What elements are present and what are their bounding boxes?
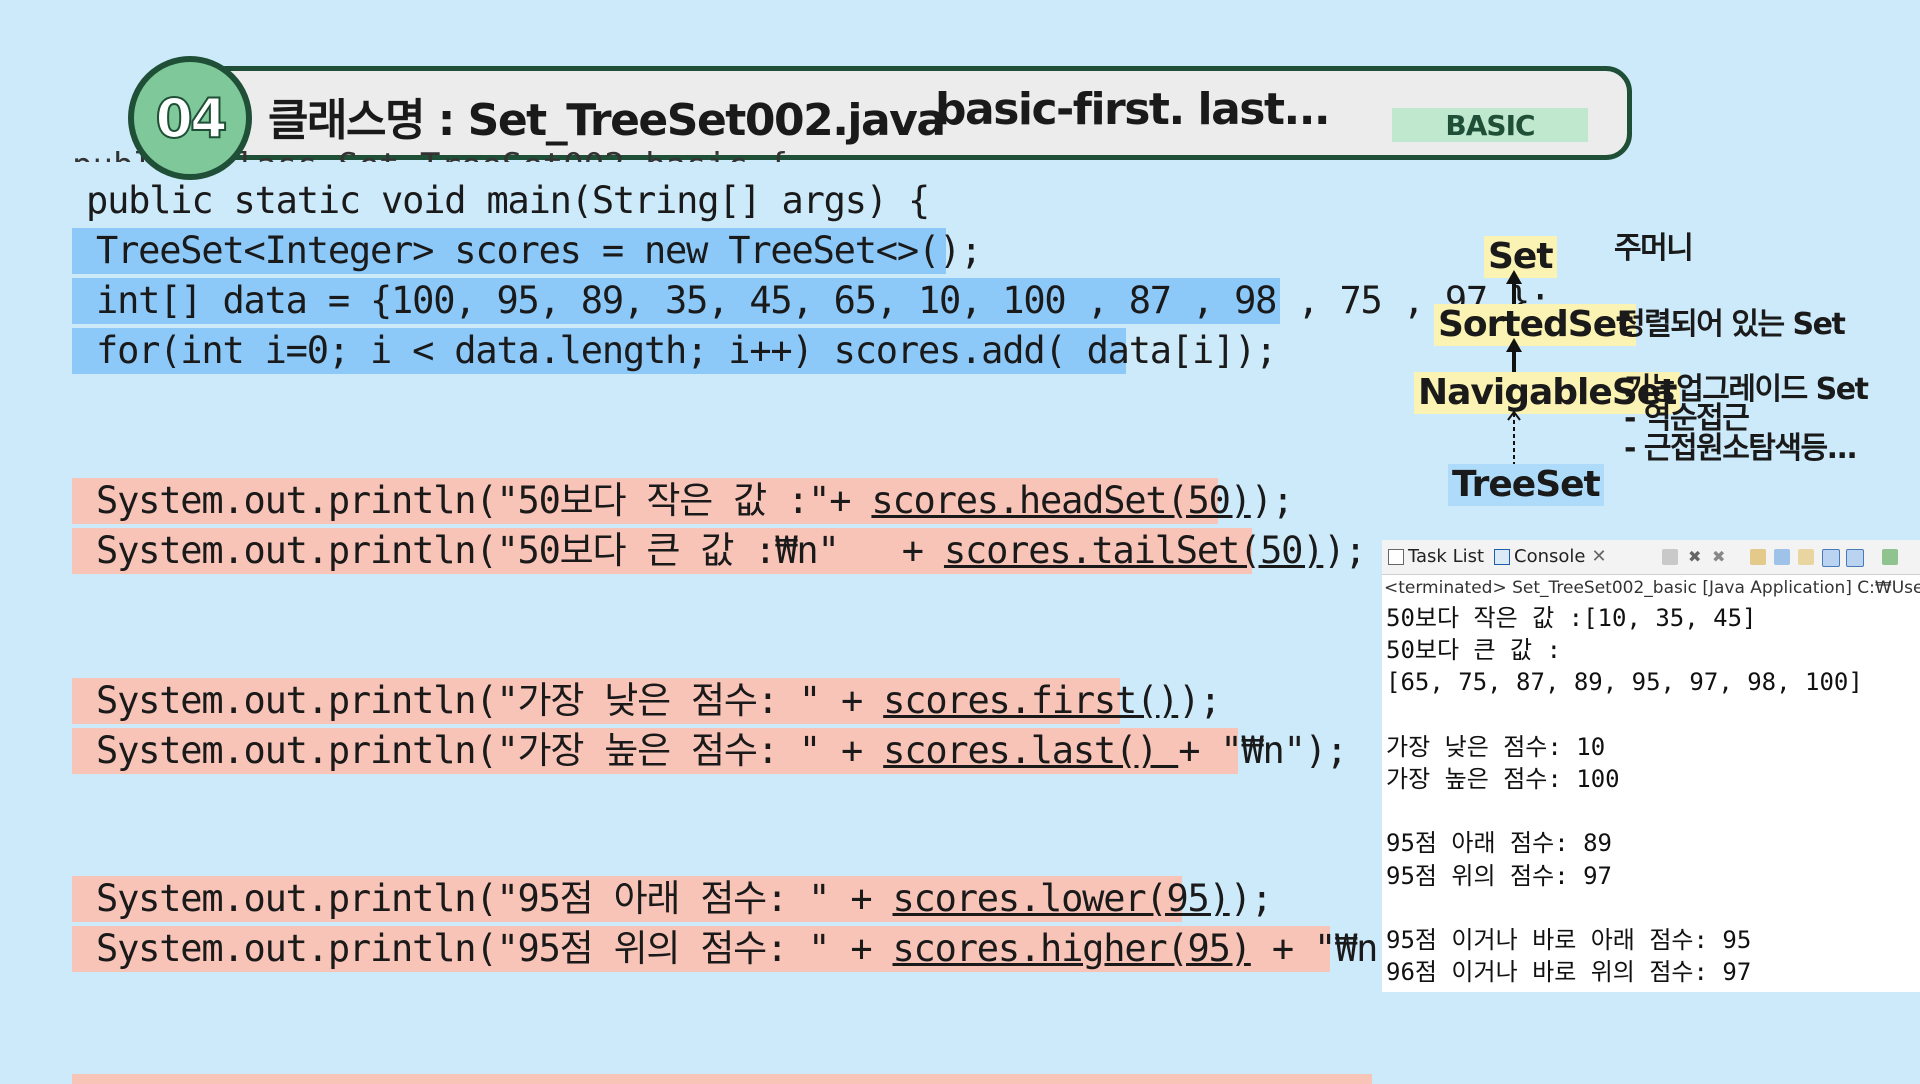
show-stderr-icon[interactable] xyxy=(1846,549,1864,567)
tab-task-list[interactable]: Task List xyxy=(1388,546,1484,567)
method-lower: scores.lower(95) xyxy=(892,877,1230,920)
code-line-lower: System.out.println("95점 아래 점수: " + score… xyxy=(72,876,1273,922)
code-text: System.out.println("가장 높은 점수: " + xyxy=(96,729,884,772)
method-last: scores.last() xyxy=(883,729,1179,772)
note-navigableset-nearest: - 근접원소탐색등... xyxy=(1624,431,1858,466)
method-first: scores.first() xyxy=(883,679,1179,722)
code-text: System.out.println("50보다 작은 값 :"+ xyxy=(96,479,872,522)
tab-console[interactable]: Console ✕ xyxy=(1494,546,1607,567)
task-list-icon xyxy=(1388,548,1404,565)
code-line-treeset-decl: TreeSet<Integer> scores = new TreeSet<>(… xyxy=(72,228,982,274)
page-subtitle: basic-first. last... xyxy=(935,84,1331,135)
tab-label: Console xyxy=(1514,546,1586,567)
word-wrap-icon[interactable] xyxy=(1798,549,1814,565)
method-higher: scores.higher(95) xyxy=(892,927,1251,970)
method-headset: scores.headSet(50) xyxy=(871,479,1252,522)
code-text: System.out.println("95점 위의 점수: " + xyxy=(96,927,893,970)
console-status: <terminated> Set_TreeSet002_basic [Java … xyxy=(1384,578,1920,598)
tab-label: Task List xyxy=(1408,546,1485,567)
code-text: System.out.println("95점 아래 점수: " + xyxy=(96,877,893,920)
code-text: ); xyxy=(1323,529,1366,572)
console-tab-bar: Task List Console ✕ ✖ ✖ xyxy=(1382,540,1920,575)
node-sortedset: SortedSet xyxy=(1434,304,1637,346)
show-stdout-icon[interactable] xyxy=(1822,549,1840,567)
note-set: 주머니 xyxy=(1614,231,1694,266)
close-icon[interactable]: ✕ xyxy=(1591,546,1606,567)
code-text: System.out.println("50보다 큰 값 :₩n" + xyxy=(96,529,944,572)
code-text: + "₩n"); xyxy=(1178,729,1348,772)
note-navigableset-reverse: - 역순접근 xyxy=(1624,401,1750,436)
console-icon xyxy=(1494,548,1510,565)
code-line-tailset: System.out.println("50보다 큰 값 :₩n" + scor… xyxy=(72,528,1367,574)
scroll-lock-icon[interactable] xyxy=(1774,549,1790,565)
code-text: ); xyxy=(1229,877,1273,920)
code-text: System.out.println("가장 낮은 점수: " + xyxy=(96,679,884,722)
code-line-first: System.out.println("가장 낮은 점수: " + scores… xyxy=(72,678,1222,724)
code-text: ); xyxy=(1250,479,1294,522)
arrow-treeset-to-navigable xyxy=(1507,410,1521,466)
remove-launch-icon[interactable]: ✖ xyxy=(1688,549,1704,565)
code-line-higher: System.out.println("95점 위의 점수: " + score… xyxy=(72,926,1442,972)
clear-console-icon[interactable] xyxy=(1750,549,1766,565)
stop-icon[interactable] xyxy=(1662,549,1678,565)
remove-all-icon[interactable]: ✖ xyxy=(1712,549,1728,565)
code-text: ); xyxy=(1178,679,1221,722)
method-tailset: scores.tailSet(50) xyxy=(943,529,1325,572)
console-output: 50보다 작은 값 :[10, 35, 45] 50보다 큰 값 : [65, … xyxy=(1386,604,1863,987)
note-sortedset: 정렬되어 있는 Set xyxy=(1618,307,1846,342)
code-line-headset: System.out.println("50보다 작은 값 :"+ scores… xyxy=(72,478,1294,524)
console-panel: Task List Console ✕ ✖ ✖ <terminated> Set… xyxy=(1382,540,1920,992)
pin-console-icon[interactable] xyxy=(1882,549,1898,565)
level-badge: BASIC xyxy=(1392,108,1588,142)
code-line-last: System.out.println("가장 높은 점수: " + scores… xyxy=(72,728,1348,774)
node-treeset: TreeSet xyxy=(1448,464,1604,506)
code-line-for-loop: for(int i=0; i < data.length; i++) score… xyxy=(72,328,1277,374)
code-line-data-array: int[] data = {100, 95, 89, 35, 45, 65, 1… xyxy=(72,278,1551,324)
page-title: 클래스명 : Set_TreeSet002.java xyxy=(268,95,946,146)
code-main-signature: public static void main(String[] args) { xyxy=(86,179,930,222)
arrow-head xyxy=(1506,270,1522,284)
next-code-line-partial xyxy=(72,1074,1372,1084)
arrow-head xyxy=(1506,338,1522,352)
section-number-badge: 04 xyxy=(128,56,252,180)
